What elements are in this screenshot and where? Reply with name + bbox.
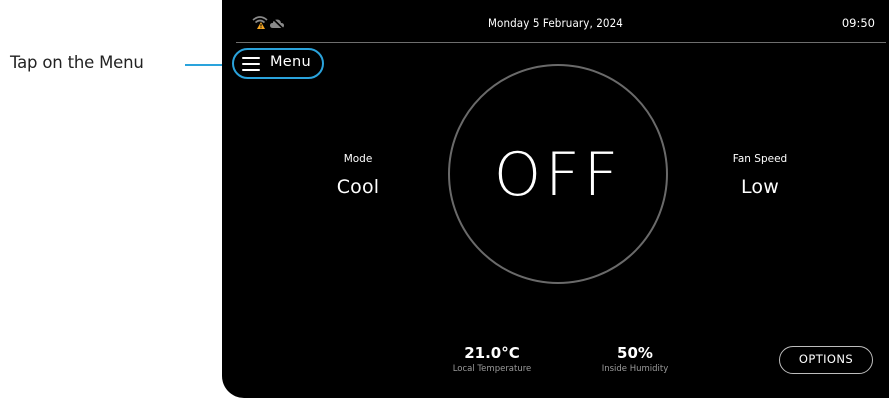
page: Tap on the Menu Monday 5 February, 2024 …	[0, 0, 889, 398]
mode-value: Cool	[336, 176, 380, 198]
callout-text: Tap on the Menu	[10, 53, 144, 72]
power-dial[interactable]: OFF	[448, 64, 668, 284]
local-temperature-reading: 21.0°C Local Temperature	[437, 344, 547, 374]
humidity-label: Inside Humidity	[601, 364, 669, 374]
menu-label: Menu	[270, 54, 312, 70]
thermostat-screen: Monday 5 February, 2024 09:50 Menu Mode …	[222, 0, 889, 398]
fan-speed-caption: Fan Speed	[732, 153, 788, 165]
options-button[interactable]: OPTIONS	[779, 346, 873, 374]
time-display: 09:50	[841, 16, 875, 30]
mode-caption: Mode	[343, 153, 373, 165]
status-divider	[236, 42, 886, 43]
fan-speed-value: Low	[740, 176, 779, 198]
fan-speed-selector[interactable]: Fan Speed Low	[712, 153, 808, 198]
power-state: OFF	[493, 140, 623, 210]
date-display: Monday 5 February, 2024	[488, 16, 623, 30]
hamburger-menu-icon	[242, 57, 260, 71]
status-bar: Monday 5 February, 2024 09:50	[222, 0, 889, 42]
mode-selector[interactable]: Mode Cool	[310, 153, 406, 198]
temperature-value: 21.0°C	[464, 344, 520, 362]
humidity-value: 50%	[617, 344, 653, 362]
inside-humidity-reading: 50% Inside Humidity	[580, 344, 690, 374]
temperature-label: Local Temperature	[452, 364, 532, 374]
menu-button[interactable]: Menu	[232, 48, 324, 79]
